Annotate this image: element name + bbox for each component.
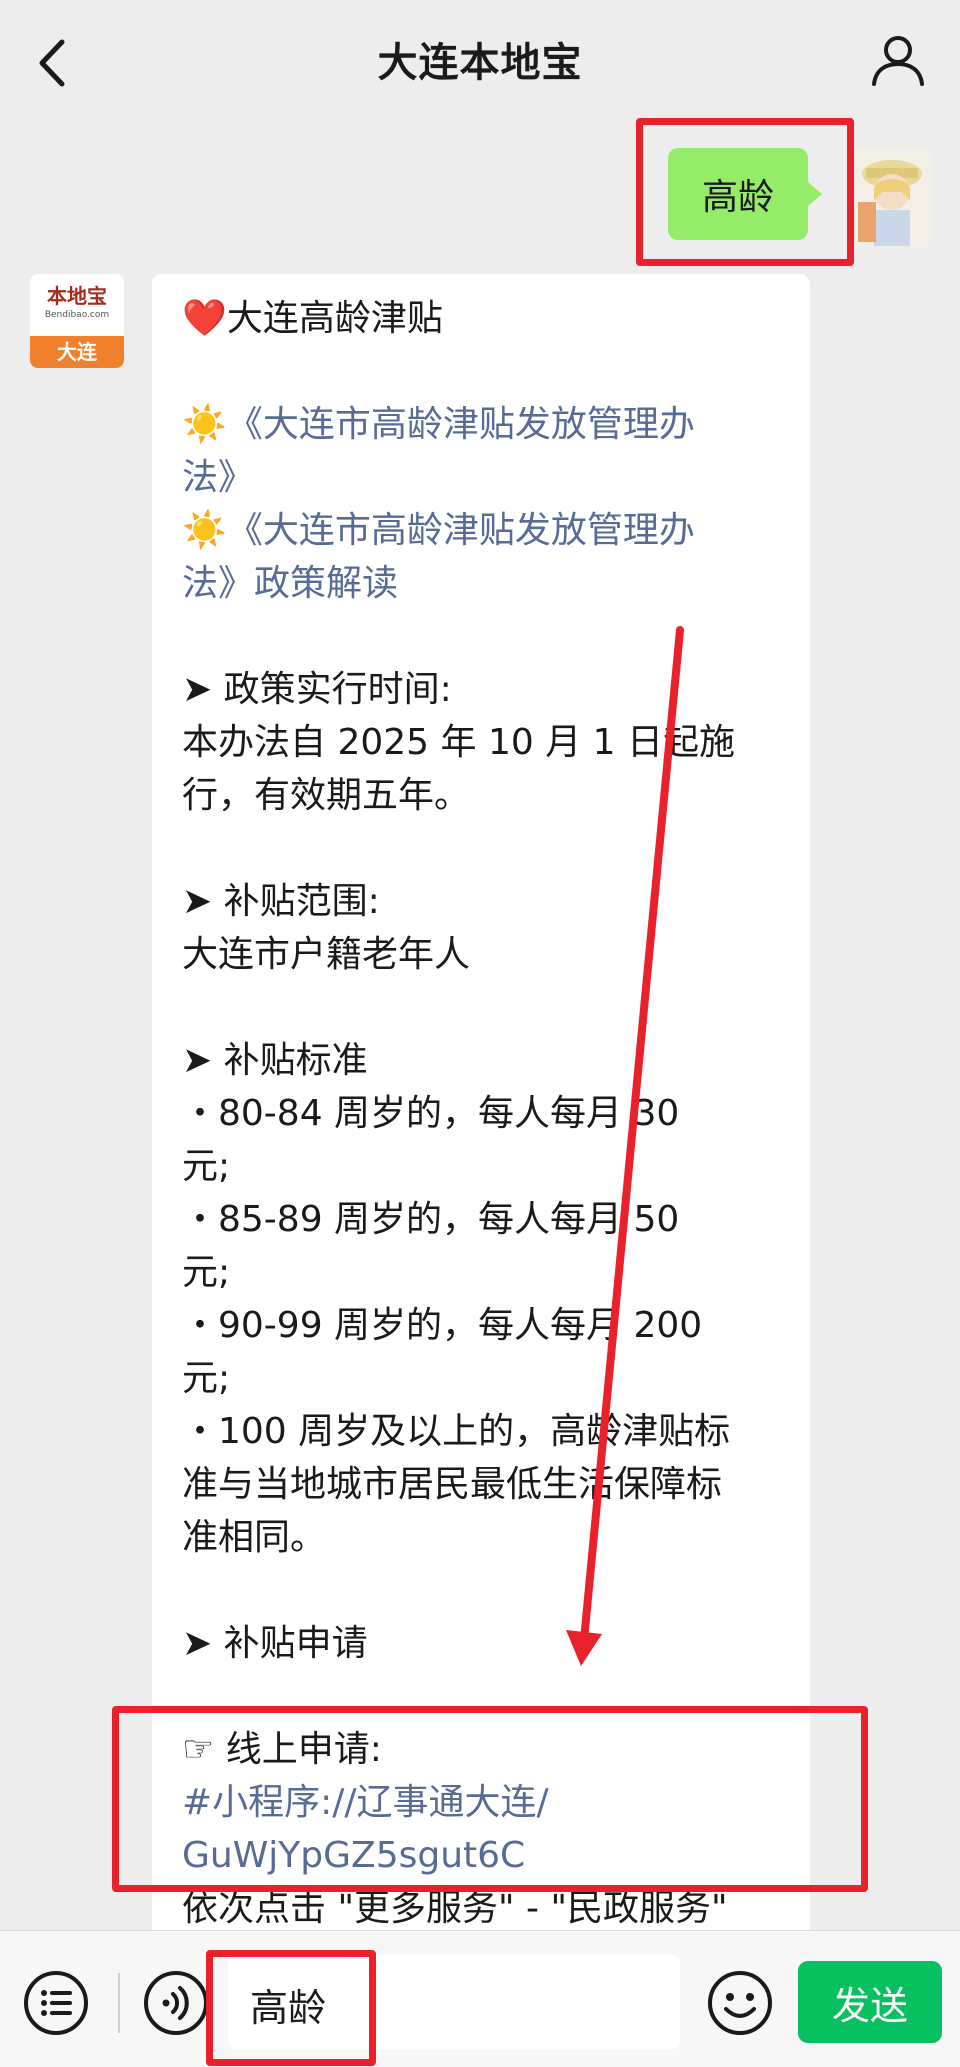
message-text-line: 本办法自 2025 年 10 月 1 日起施	[182, 722, 735, 763]
message-text-line: ・100 周岁及以上的，高龄津贴标	[182, 1411, 731, 1452]
message-text-line: 准与当地城市居民最低生活保障标	[182, 1464, 723, 1505]
annotation-box-online-application	[112, 1706, 868, 1892]
emoji-button[interactable]	[706, 1969, 774, 2037]
annotation-box-input	[206, 1950, 376, 2066]
bot-avatar-city: 大连	[30, 336, 124, 368]
message-text-line: ・80-84 周岁的，每人每月 30	[182, 1093, 680, 1134]
profile-button[interactable]	[868, 30, 928, 90]
toolbar-divider	[118, 1973, 120, 2033]
bot-avatar-logo: 本地宝	[47, 284, 107, 308]
bot-avatar-domain: Bendibao.com	[44, 310, 110, 320]
message-text-line: ➤ 政策实行时间:	[182, 669, 452, 710]
message-link-line[interactable]: 法》	[182, 451, 792, 504]
voice-button[interactable]	[142, 1969, 210, 2037]
message-text-line: ➤ 补贴申请	[182, 1623, 368, 1664]
message-text-line: ➤ 补贴标准	[182, 1040, 368, 1081]
menu-button[interactable]	[22, 1969, 90, 2037]
message-text-line: ・85-89 周岁的，每人每月 50	[182, 1199, 680, 1240]
message-text-line: ・90-99 周岁的，每人每月 200	[182, 1305, 703, 1346]
voice-icon	[144, 1971, 208, 2035]
message-text-line: 元;	[182, 1146, 231, 1187]
incoming-message-bubble[interactable]: ❤️大连高龄津贴 ☀️《大连市高龄津贴发放管理办 法》 ☀️《大连市高龄津贴发放管理办…	[152, 274, 810, 1944]
anime-character-avatar-image	[852, 148, 932, 246]
header: 大连本地宝	[0, 0, 960, 122]
annotation-box-sent-message	[636, 118, 854, 266]
message-text-line: 元;	[182, 1252, 231, 1293]
incoming-message-text: ❤️大连高龄津贴 ☀️《大连市高龄津贴发放管理办 法》 ☀️《大连市高龄津贴发放管理办…	[182, 292, 792, 1935]
chat-input-bar: 高龄 发送	[0, 1930, 960, 2067]
page-title: 大连本地宝	[377, 40, 583, 86]
message-text-line: 大连市户籍老年人	[182, 934, 471, 975]
message-link-line[interactable]: ☀️《大连市高龄津贴发放管理办	[182, 504, 792, 557]
message-text-line: 准相同。	[182, 1517, 327, 1558]
emoji-icon	[708, 1971, 772, 2035]
message-link-line[interactable]: ☀️《大连市高龄津贴发放管理办	[182, 398, 792, 451]
message-link-line[interactable]: 法》政策解读	[182, 557, 792, 610]
message-text-line: ➤ 补贴范围:	[182, 881, 380, 922]
message-text-line: 元;	[182, 1358, 231, 1399]
user-profile-icon	[872, 36, 924, 86]
user-avatar[interactable]	[852, 148, 932, 246]
message-text-line: ❤️大连高龄津贴	[182, 298, 443, 339]
message-text-line: 行，有效期五年。	[182, 775, 471, 816]
menu-list-icon	[24, 1971, 88, 2035]
send-button[interactable]: 发送	[798, 1961, 942, 2043]
bot-avatar[interactable]: 本地宝 Bendibao.com 大连	[30, 274, 124, 368]
